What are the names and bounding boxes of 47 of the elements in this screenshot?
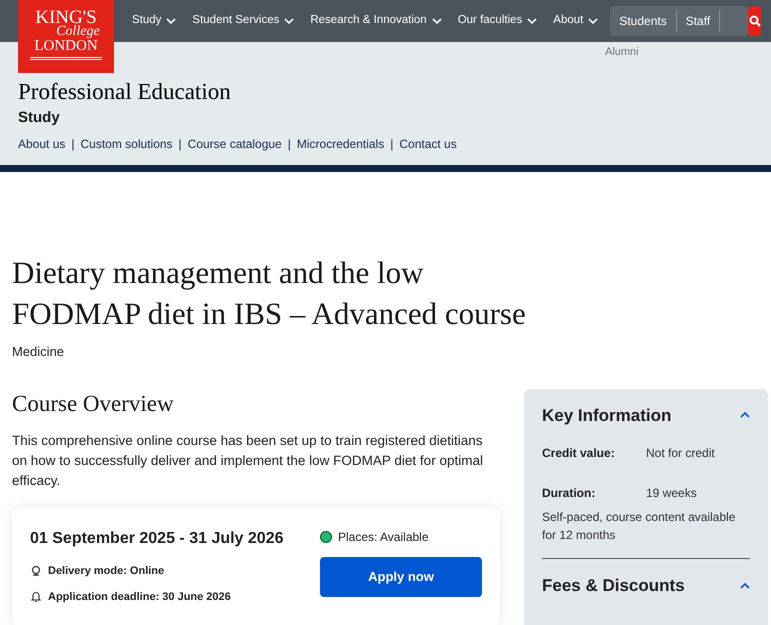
link-separator: | <box>71 136 74 152</box>
section-link[interactable]: About us <box>18 134 66 152</box>
audience-link[interactable]: Alumni <box>605 44 639 60</box>
nav-menu-item[interactable]: Student Services <box>192 12 294 30</box>
link-separator: | <box>390 136 394 152</box>
panel-heading: Key Information <box>542 404 672 426</box>
section-link[interactable]: Contact us <box>399 134 457 152</box>
section-subtitle: Study <box>18 108 61 128</box>
places-status: Places: Available <box>338 529 429 546</box>
nav-menu-item[interactable]: Our faculties <box>458 12 538 30</box>
globe-icon <box>30 564 42 578</box>
application-deadline: Application deadline: 30 June 2026 <box>48 590 231 604</box>
info-value: Not for credit <box>646 445 715 462</box>
bell-icon <box>30 590 42 604</box>
university-logo[interactable]: KING'S College LONDON <box>18 0 114 73</box>
course-title: Dietary management and the low FODMAP diet in IBS – Advanced course <box>12 254 527 333</box>
faculty-label: Medicine <box>12 343 66 361</box>
chevron-down-icon <box>527 16 538 26</box>
nav-menu-item[interactable]: About <box>553 12 598 30</box>
section-link[interactable]: Microcredentials <box>296 134 384 152</box>
search-button[interactable] <box>748 6 761 36</box>
logo-text: College <box>55 25 100 39</box>
link-separator: | <box>178 136 182 152</box>
chevron-down-icon <box>432 16 442 26</box>
audience-link[interactable]: Staff <box>676 10 720 32</box>
chevron-down-icon <box>166 16 176 26</box>
logo-text: LONDON <box>34 39 98 54</box>
info-note: Self-paced, course content available for 12 months <box>542 509 736 544</box>
info-label: Credit value: <box>542 445 616 462</box>
link-separator: | <box>288 136 291 152</box>
info-label: Duration: <box>542 485 596 502</box>
info-value: 19 weeks <box>646 485 697 502</box>
section-link[interactable]: Course catalogue <box>188 134 282 152</box>
search-icon <box>748 15 761 27</box>
chevron-down-icon <box>588 16 598 26</box>
nav-menu-item[interactable]: Study <box>132 12 176 30</box>
overview-text: This comprehensive online course has been set up to train registered dietitians on how to successfully deliver and implement the low FODMAP diet for optimal efficacy. <box>12 432 484 490</box>
nav-menu-item[interactable]: Research & Innovation <box>310 12 442 30</box>
apply-button[interactable]: Apply now <box>320 557 482 597</box>
course-dates: 01 September 2025 - 31 July 2026 <box>30 529 284 549</box>
section-link[interactable]: Custom solutions <box>80 134 173 152</box>
panel-heading: Fees & Discounts <box>542 575 685 597</box>
audience-link[interactable]: Students <box>610 10 677 32</box>
delivery-mode: Delivery mode: Online <box>48 564 164 579</box>
overview-heading: Course Overview <box>12 390 175 418</box>
chevron-down-icon <box>284 16 294 26</box>
section-title: Professional Education <box>18 79 232 105</box>
